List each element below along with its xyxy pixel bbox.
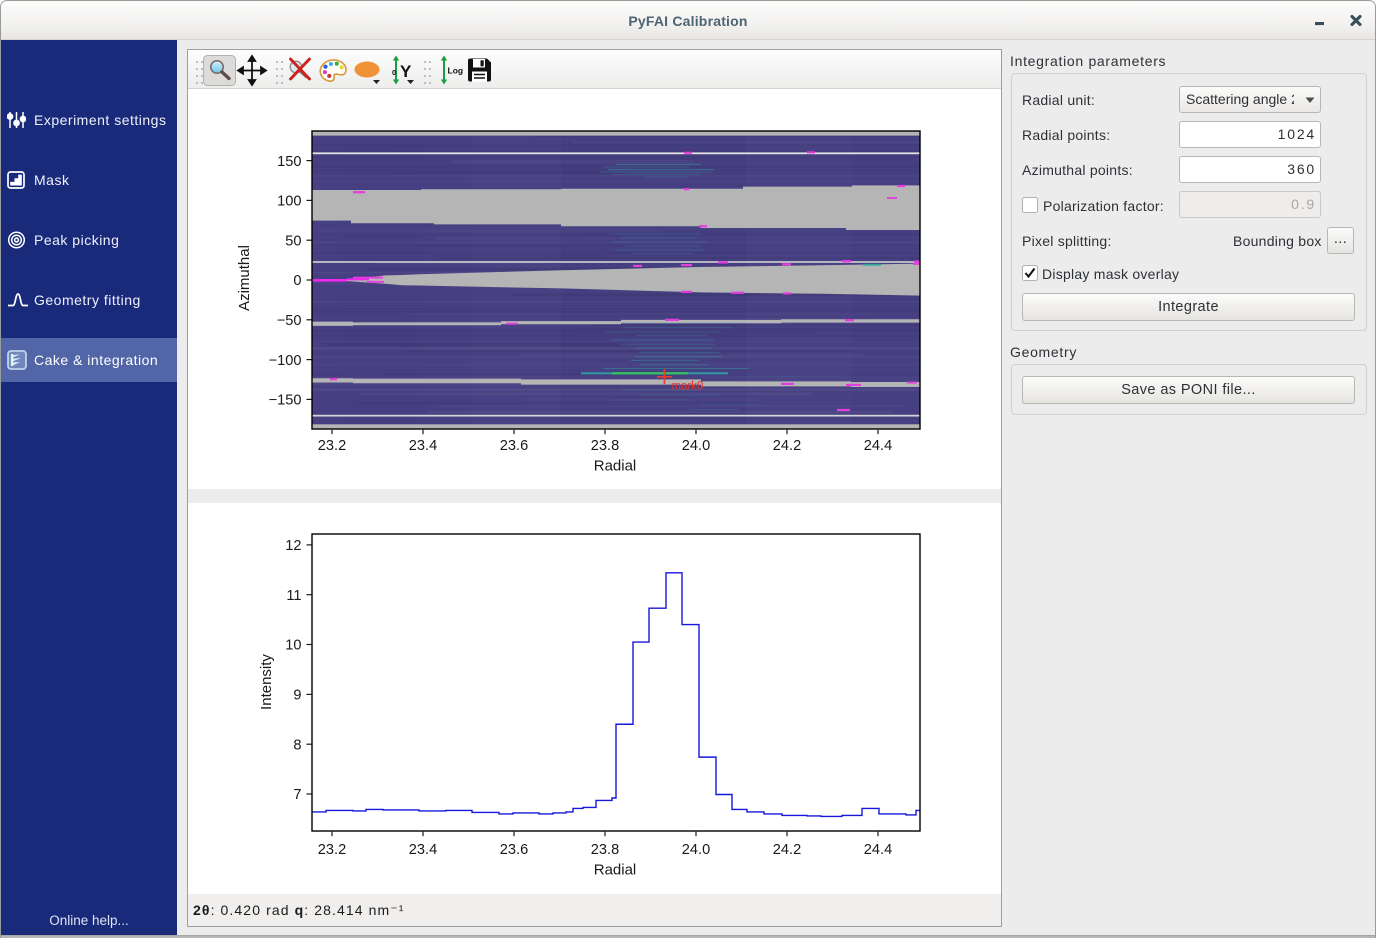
svg-text:23.6: 23.6 bbox=[500, 438, 528, 454]
svg-text:100: 100 bbox=[277, 194, 301, 210]
svg-text:Azimuthal: Azimuthal bbox=[236, 245, 253, 311]
svg-text:−150: −150 bbox=[269, 393, 302, 409]
svg-text:23.2: 23.2 bbox=[318, 842, 346, 858]
svg-text:Radial: Radial bbox=[594, 862, 637, 879]
svg-text:−50: −50 bbox=[277, 313, 302, 329]
svg-text:12: 12 bbox=[285, 538, 301, 554]
svg-text:Y: Y bbox=[400, 62, 412, 81]
svg-text:24.4: 24.4 bbox=[864, 438, 892, 454]
svg-text:23.8: 23.8 bbox=[591, 842, 619, 858]
svg-text:9: 9 bbox=[293, 688, 301, 704]
svg-text:24.0: 24.0 bbox=[682, 842, 710, 858]
svg-text:11: 11 bbox=[286, 588, 301, 604]
svg-text:Log: Log bbox=[448, 66, 464, 76]
svg-text:0: 0 bbox=[293, 273, 301, 289]
svg-text:8: 8 bbox=[293, 737, 301, 753]
svg-text:24.4: 24.4 bbox=[864, 842, 892, 858]
svg-text:Radial: Radial bbox=[594, 458, 637, 475]
svg-text:Intensity: Intensity bbox=[258, 654, 275, 710]
svg-text:23.6: 23.6 bbox=[500, 842, 528, 858]
svg-text:23.4: 23.4 bbox=[409, 842, 437, 858]
svg-text:mark0: mark0 bbox=[672, 381, 704, 393]
svg-text:50: 50 bbox=[285, 233, 301, 249]
svg-text:23.4: 23.4 bbox=[409, 438, 437, 454]
svg-text:23.8: 23.8 bbox=[591, 438, 619, 454]
svg-text:150: 150 bbox=[277, 154, 301, 170]
svg-text:10: 10 bbox=[285, 638, 301, 654]
svg-text:24.2: 24.2 bbox=[773, 438, 801, 454]
svg-text:−100: −100 bbox=[269, 353, 302, 369]
svg-text:23.2: 23.2 bbox=[318, 438, 346, 454]
svg-text:24.2: 24.2 bbox=[773, 842, 801, 858]
svg-text:0: 0 bbox=[392, 68, 396, 77]
svg-text:24.0: 24.0 bbox=[682, 438, 710, 454]
svg-text:7: 7 bbox=[293, 787, 301, 803]
